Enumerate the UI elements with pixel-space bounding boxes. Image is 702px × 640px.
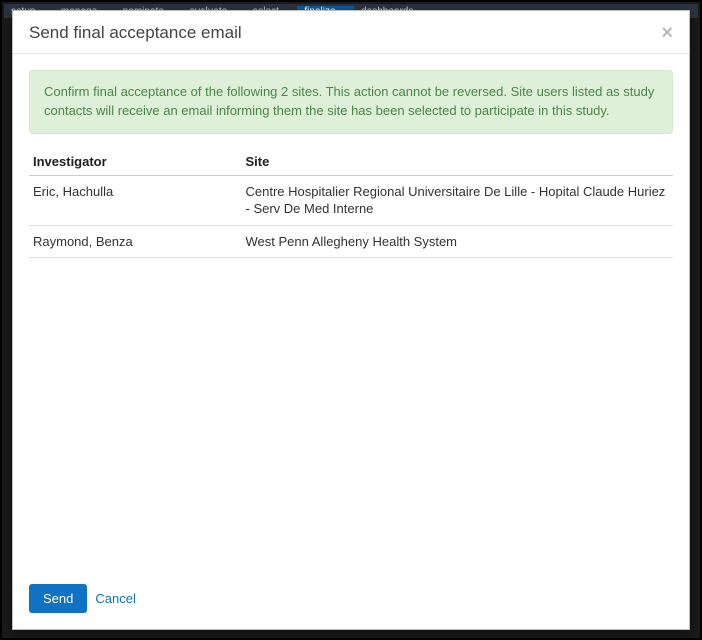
modal-title: Send final acceptance email <box>29 23 242 43</box>
close-icon[interactable]: × <box>661 23 673 43</box>
sites-table: Investigator Site Eric, Hachulla Centre … <box>29 148 673 259</box>
cell-site: Centre Hospitalier Regional Universitair… <box>242 175 673 225</box>
modal-body: Confirm final acceptance of the followin… <box>13 54 689 570</box>
col-header-site: Site <box>242 148 673 176</box>
col-header-investigator: Investigator <box>29 148 242 176</box>
table-row: Raymond, Benza West Penn Allegheny Healt… <box>29 225 673 258</box>
alert-message: Confirm final acceptance of the followin… <box>29 70 673 134</box>
cancel-link[interactable]: Cancel <box>95 591 135 606</box>
modal-dialog: Send final acceptance email × Confirm fi… <box>12 10 690 630</box>
cell-investigator: Raymond, Benza <box>29 225 242 258</box>
modal-header: Send final acceptance email × <box>13 11 689 54</box>
send-button[interactable]: Send <box>29 584 87 613</box>
cell-investigator: Eric, Hachulla <box>29 175 242 225</box>
modal-footer: Send Cancel <box>13 570 689 629</box>
cell-site: West Penn Allegheny Health System <box>242 225 673 258</box>
table-row: Eric, Hachulla Centre Hospitalier Region… <box>29 175 673 225</box>
